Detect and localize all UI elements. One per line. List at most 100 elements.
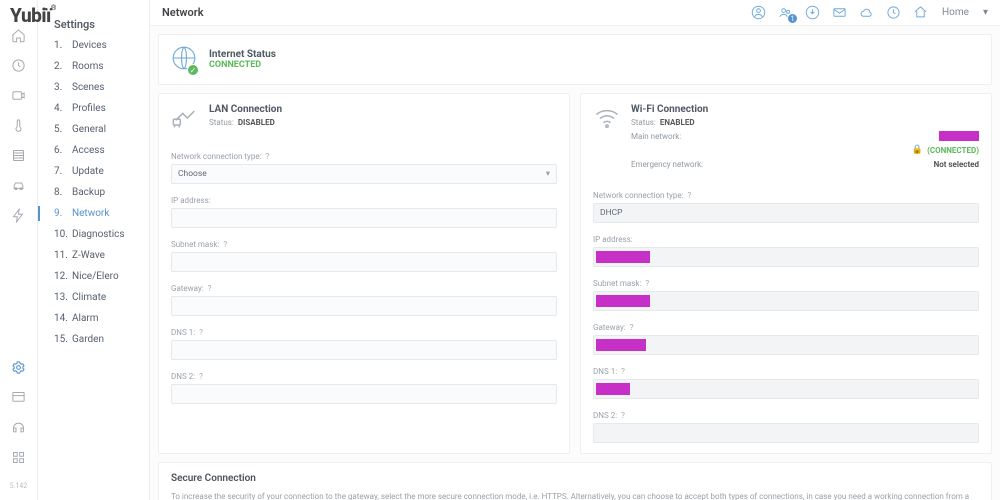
secure-connection-card: Secure Connection To increase the securi…: [158, 462, 992, 500]
ethernet-icon: [171, 104, 199, 132]
sidebar-item-alarm[interactable]: 14.Alarm: [38, 308, 149, 329]
nav-rail: 5.142: [0, 0, 38, 500]
sidebar-item-label: Z-Wave: [72, 250, 105, 261]
lan-dns2-input[interactable]: [171, 384, 557, 404]
home-selector-label[interactable]: Home: [942, 7, 969, 18]
wifi-emergency-value: Not selected: [934, 160, 979, 169]
internet-status-title: Internet Status: [209, 49, 276, 60]
topbar-actions: 1 Home ▾: [751, 5, 988, 20]
help-icon[interactable]: ?: [621, 367, 625, 376]
download-icon[interactable]: [805, 5, 820, 20]
help-icon[interactable]: ?: [199, 328, 203, 337]
wifi-subnet-value: [593, 291, 979, 311]
sidebar-item-label: Devices: [72, 40, 107, 51]
lan-title: LAN Connection: [209, 104, 282, 115]
car-icon[interactable]: [10, 176, 28, 194]
headset-icon[interactable]: [10, 418, 28, 436]
brand-logo: Yubiï®: [10, 4, 56, 27]
help-icon[interactable]: ?: [630, 323, 634, 332]
sidebar-item-label: Profiles: [72, 103, 106, 114]
sidebar-item-label: General: [72, 124, 106, 135]
settings-sidebar: Settings 1.Devices2.Rooms3.Scenes4.Profi…: [38, 0, 150, 500]
help-icon[interactable]: ?: [223, 240, 227, 249]
sidebar-item-rooms[interactable]: 2.Rooms: [38, 56, 149, 77]
sidebar-item-label: Rooms: [72, 61, 104, 72]
sidebar-item-label: Update: [72, 166, 104, 177]
sidebar-item-access[interactable]: 6.Access: [38, 140, 149, 161]
wifi-ip-value: [593, 247, 979, 267]
dashboard-icon[interactable]: [10, 388, 28, 406]
help-icon[interactable]: ?: [266, 152, 270, 161]
thermometer-icon[interactable]: [10, 116, 28, 134]
home-selector-icon[interactable]: [913, 5, 928, 20]
chevron-down-icon: ▾: [546, 169, 550, 179]
version-label: 5.142: [10, 482, 28, 490]
wifi-status-value: ENABLED: [660, 118, 695, 127]
chevron-down-icon[interactable]: ▾: [983, 7, 988, 18]
sidebar-item-backup[interactable]: 8.Backup: [38, 182, 149, 203]
sidebar-item-label: Climate: [72, 292, 106, 303]
lan-dns1-input[interactable]: [171, 340, 557, 360]
sidebar-item-label: Garden: [72, 334, 104, 345]
wifi-connection-type-value: DHCP: [593, 203, 979, 223]
users-badge: 1: [788, 14, 797, 23]
lan-card: LAN Connection Status: DISABLED Network …: [158, 93, 570, 454]
video-icon[interactable]: [10, 86, 28, 104]
globe-icon: ✓: [171, 45, 197, 74]
wifi-icon: [593, 104, 621, 132]
wifi-dns2-value: [593, 423, 979, 443]
sidebar-item-z-wave[interactable]: 11.Z-Wave: [38, 245, 149, 266]
lan-subnet-input[interactable]: [171, 252, 557, 272]
main-area: Network 1 Home ▾ ✓ Internet Status CONNE…: [150, 0, 1000, 500]
sidebar-item-label: Network: [72, 208, 109, 219]
sidebar-item-general[interactable]: 5.General: [38, 119, 149, 140]
sidebar-item-climate[interactable]: 13.Climate: [38, 287, 149, 308]
sidebar-item-garden[interactable]: 15.Garden: [38, 329, 149, 350]
sidebar-item-label: Scenes: [72, 82, 104, 93]
sidebar-item-label: Access: [72, 145, 105, 156]
sidebar-item-label: Alarm: [72, 313, 99, 324]
sidebar-item-diagnostics[interactable]: 10.Diagnostics: [38, 224, 149, 245]
home-icon[interactable]: [10, 26, 28, 44]
users-icon[interactable]: 1: [778, 5, 793, 20]
internet-status-card: ✓ Internet Status CONNECTED: [158, 34, 992, 85]
gear-icon[interactable]: [10, 358, 28, 376]
secure-connection-desc: To increase the security of your connect…: [171, 492, 979, 500]
wifi-gateway-value: [593, 335, 979, 355]
sidebar-item-label: Nice/Elero: [72, 271, 119, 282]
sidebar-item-label: Diagnostics: [72, 229, 125, 240]
mail-icon[interactable]: [832, 5, 847, 20]
wifi-main-network-value: [939, 131, 979, 141]
help-icon[interactable]: ?: [208, 284, 212, 293]
sidebar-item-scenes[interactable]: 3.Scenes: [38, 77, 149, 98]
lan-gateway-input[interactable]: [171, 296, 557, 316]
help-icon[interactable]: ?: [645, 279, 649, 288]
wifi-card: Wi-Fi Connection Status: ENABLED Main ne…: [580, 93, 992, 454]
sidebar-item-update[interactable]: 7.Update: [38, 161, 149, 182]
sidebar-item-network[interactable]: 9.Network: [38, 203, 149, 224]
internet-status-value: CONNECTED: [209, 60, 276, 70]
lan-connection-type-select[interactable]: Choose▾: [171, 164, 557, 184]
help-icon[interactable]: ?: [199, 372, 203, 381]
wifi-connected-label: (CONNECTED): [927, 146, 979, 155]
lock-icon: 🔒: [912, 145, 923, 155]
user-icon[interactable]: [751, 5, 766, 20]
cloud-icon[interactable]: [859, 5, 874, 20]
clock-icon[interactable]: [886, 5, 901, 20]
energy-icon[interactable]: [10, 206, 28, 224]
sidebar-item-profiles[interactable]: 4.Profiles: [38, 98, 149, 119]
lan-ip-input[interactable]: [171, 208, 557, 228]
sidebar-item-nice-elero[interactable]: 12.Nice/Elero: [38, 266, 149, 287]
apps-icon[interactable]: [10, 448, 28, 466]
blinds-icon[interactable]: [10, 146, 28, 164]
help-icon[interactable]: ?: [688, 191, 692, 200]
sidebar-item-devices[interactable]: 1.Devices: [38, 35, 149, 56]
network-scroll[interactable]: ✓ Internet Status CONNECTED LAN Connecti…: [150, 26, 1000, 500]
help-icon[interactable]: ?: [621, 411, 625, 420]
lan-status-value: DISABLED: [238, 118, 275, 127]
wifi-dns1-value: [593, 379, 979, 399]
sidebar-item-label: Backup: [72, 187, 105, 198]
topbar: Network 1 Home ▾: [150, 0, 1000, 26]
history-icon[interactable]: [10, 56, 28, 74]
page-title: Network: [162, 6, 204, 19]
